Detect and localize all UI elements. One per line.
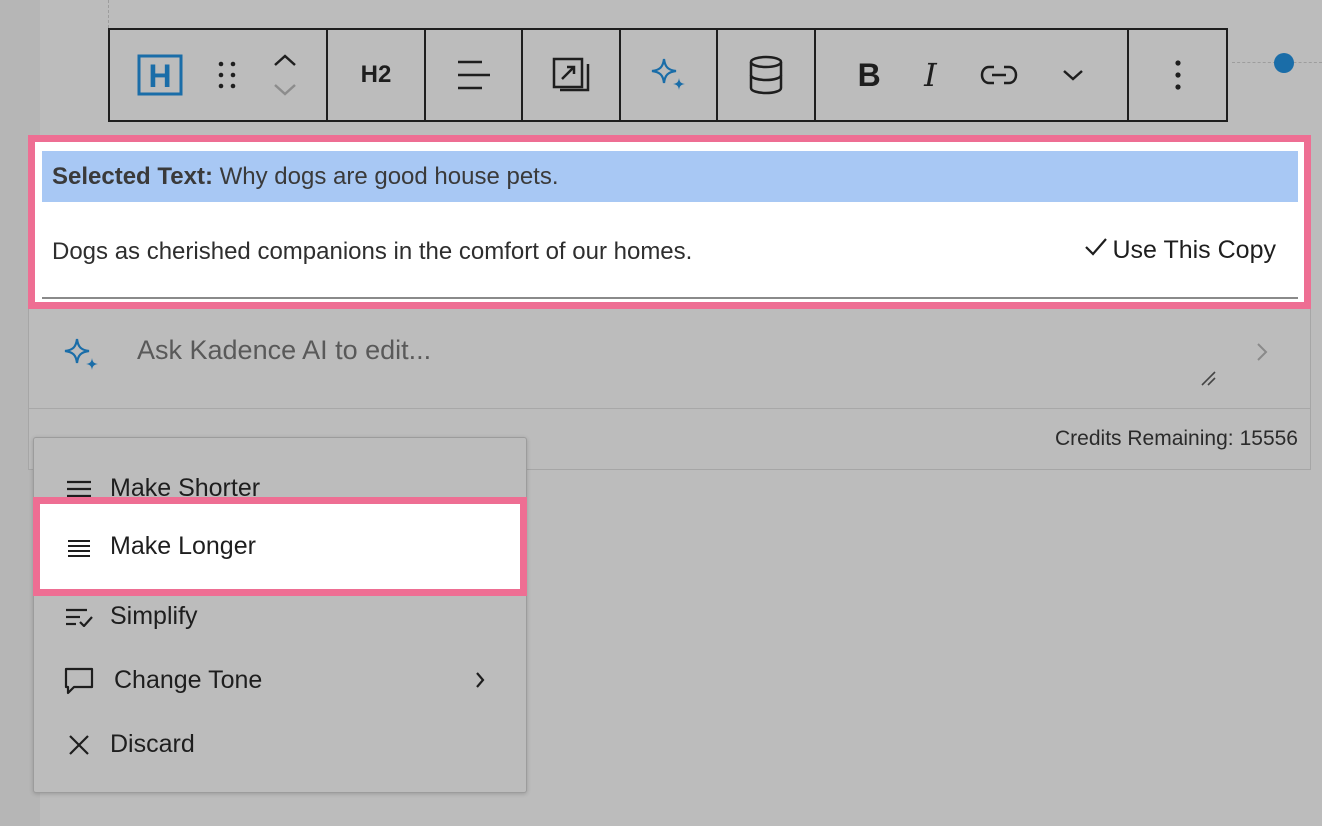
options-group [1129,30,1226,120]
block-guide-vertical [108,0,109,28]
move-up-down-icon[interactable] [271,30,299,120]
resize-handle-icon[interactable] [1199,369,1217,392]
format-group: B I [816,30,1129,120]
block-controls-group: H [110,30,328,120]
heading-level-group: H2 [328,30,426,120]
more-options-icon[interactable] [1174,30,1182,120]
image-group [523,30,621,120]
ai-result-text: Dogs as cherished companions in the comf… [52,238,693,265]
block-toolbar: H H2 B I [108,28,1228,122]
make-longer-row: Make Longer [40,504,520,589]
menu-item-change-tone[interactable]: Change Tone [34,650,526,710]
ai-sparkle-icon [63,337,101,378]
credits-label: Credits Remaining: [1055,427,1234,450]
menu-item-discard[interactable]: Discard [34,714,526,774]
ai-result-box: Selected Text: Why dogs are good house p… [28,135,1311,309]
use-this-copy-label: Use This Copy [1112,236,1277,264]
close-icon [64,730,94,760]
chevron-right-icon [474,668,486,697]
italic-button[interactable]: I [924,30,937,120]
heading-level-button[interactable]: H2 [361,30,392,120]
submit-chevron-icon[interactable] [1255,341,1269,368]
credits-value: 15556 [1239,427,1298,450]
menu-item-label: Change Tone [114,665,263,694]
ai-group [621,30,718,120]
block-inserter-dot[interactable] [1274,53,1294,73]
bold-button[interactable]: B [858,30,881,120]
svg-text:H: H [148,58,171,94]
list-check-icon [64,602,94,632]
replace-image-icon[interactable] [551,30,591,120]
dynamic-content-group [718,30,816,120]
selected-text-bar: Selected Text: Why dogs are good house p… [42,151,1298,202]
ai-prompt-input[interactable] [137,335,1137,366]
align-left-icon[interactable] [456,30,492,120]
selected-text-value: Why dogs are good house pets. [219,163,559,190]
menu-item-label: Discard [110,729,195,758]
speech-bubble-icon [64,666,94,696]
heading-block-icon[interactable]: H [137,30,183,120]
database-icon[interactable] [748,30,784,120]
result-divider [42,297,1298,299]
credits-remaining: Credits Remaining: 15556 [1049,427,1298,451]
menu-item-label: Simplify [110,601,198,630]
drag-handle-icon[interactable] [216,30,238,120]
selected-text-prefix: Selected Text: [52,163,213,190]
ai-sparkle-icon[interactable] [649,30,689,120]
menu-item-make-longer[interactable]: Make Longer [33,497,527,596]
ai-actions-menu: Make Shorter Simplify Change Tone Discar… [33,437,527,793]
link-icon[interactable] [980,30,1018,120]
align-group [426,30,523,120]
use-this-copy-button[interactable]: Use This Copy [1083,236,1277,265]
justify-lines-icon [64,534,94,564]
chevron-down-icon[interactable] [1061,30,1085,120]
menu-item-label: Make Longer [110,532,256,560]
checkmark-icon [1083,236,1109,265]
